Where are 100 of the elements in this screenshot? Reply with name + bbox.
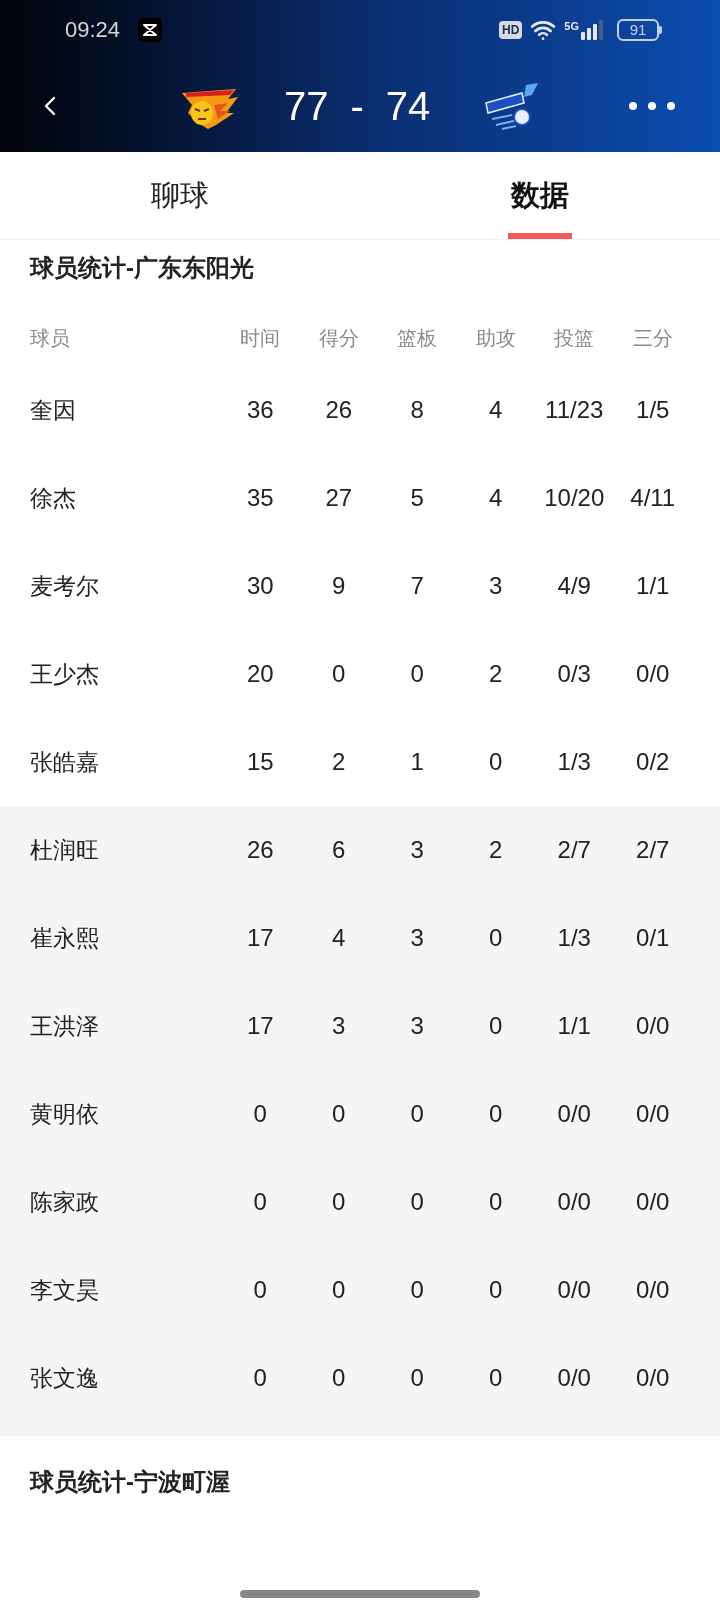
stat-value: 20 [246, 659, 274, 689]
stat-value: 0 [410, 1275, 424, 1305]
tab[interactable]: 数据 [508, 152, 572, 239]
player-name: 王少杰 [30, 660, 99, 689]
stat-value: 4 [332, 923, 346, 953]
stat-value: 0 [489, 1275, 503, 1305]
player-name: 杜润旺 [30, 836, 99, 865]
stat-value: 11/23 [545, 395, 604, 425]
battery-indicator: 91 [617, 19, 662, 41]
stat-value: 4 [489, 395, 503, 425]
home-score: 77 [284, 83, 329, 130]
section-title: 球员统计-宁波町渥 [30, 1468, 230, 1495]
stat-value: 3 [489, 571, 503, 601]
column-header: 助攻 [475, 326, 516, 351]
stat-value: 9 [332, 571, 346, 601]
section-title: 球员统计-广东东阳光 [30, 254, 254, 281]
stat-value: 0/0 [636, 1363, 670, 1393]
stat-value: 0 [253, 1187, 267, 1217]
stat-value: 0 [332, 1187, 346, 1217]
network-type: 5G [564, 20, 579, 32]
stat-value: 0 [332, 1363, 346, 1393]
stat-value: 0 [489, 1187, 503, 1217]
stat-value: 1/3 [557, 923, 591, 953]
stat-value: 4/9 [557, 571, 591, 601]
stat-value: 0/0 [636, 1011, 670, 1041]
stat-value: 1/5 [636, 395, 670, 425]
stat-value: 1/1 [636, 571, 670, 601]
player-name: 张文逸 [30, 1364, 99, 1393]
stat-value: 0 [410, 659, 424, 689]
player-name: 麦考尔 [30, 572, 99, 601]
player-name: 徐杰 [30, 484, 76, 513]
player-name: 奎因 [30, 396, 76, 425]
stat-value: 0 [489, 923, 503, 953]
stat-value: 0 [332, 1275, 346, 1305]
stat-value: 2 [489, 659, 503, 689]
away-score: 74 [385, 83, 431, 130]
stat-value: 17 [246, 1011, 274, 1041]
stat-value: 1 [410, 747, 424, 777]
stat-value: 0/1 [636, 923, 670, 953]
stat-value: 8 [410, 395, 424, 425]
stat-value: 2/7 [557, 835, 591, 865]
column-header: 得分 [318, 326, 359, 351]
tab[interactable]: 聊球 [148, 152, 212, 239]
player-name: 张皓嘉 [30, 748, 99, 777]
player-name: 王洪泽 [30, 1012, 99, 1041]
stat-value: 0/0 [557, 1275, 591, 1305]
stat-value: 4 [489, 483, 503, 513]
stat-value: 10/20 [544, 483, 605, 513]
column-header: 时间 [240, 326, 281, 351]
column-header: 三分 [632, 326, 673, 351]
stat-value: 2 [332, 747, 346, 777]
stat-value: 0 [332, 1099, 346, 1129]
signal-icon [581, 20, 603, 40]
stat-value: 0 [410, 1187, 424, 1217]
stat-value: 5 [410, 483, 424, 513]
stat-value: 3 [410, 923, 424, 953]
stat-value: 0/0 [557, 1099, 591, 1129]
stat-value: 30 [246, 571, 274, 601]
stat-value: 3 [410, 1011, 424, 1041]
stat-value: 0 [253, 1099, 267, 1129]
stat-value: 0/0 [636, 1099, 670, 1129]
column-header: 投篮 [554, 326, 595, 351]
stat-value: 0 [489, 1099, 503, 1129]
stat-value: 26 [325, 395, 353, 425]
player-name: 崔永熙 [30, 924, 99, 953]
stat-value: 0 [410, 1363, 424, 1393]
stat-value: 1/3 [557, 747, 591, 777]
stat-value: 0 [410, 1099, 424, 1129]
stat-value: 36 [246, 395, 274, 425]
stat-value: 17 [246, 923, 274, 953]
column-header: 篮板 [397, 326, 438, 351]
stat-value: 0 [489, 747, 503, 777]
column-header: 球员 [30, 326, 70, 351]
stat-value: 0/0 [557, 1187, 591, 1217]
app-notification-icon [138, 18, 163, 42]
stat-value: 0 [332, 659, 346, 689]
stat-value: 0/3 [557, 659, 591, 689]
stat-value: 2 [489, 835, 503, 865]
stat-value: 2/7 [636, 835, 670, 865]
stat-value: 0 [253, 1363, 267, 1393]
stat-value: 26 [246, 835, 274, 865]
stat-value: 7 [410, 571, 424, 601]
stat-value: 15 [246, 747, 274, 777]
stat-value: 0 [489, 1011, 503, 1041]
stat-value: 0 [489, 1363, 503, 1393]
status-time: 09:24 [65, 16, 121, 44]
stat-value: 0 [253, 1275, 267, 1305]
stat-value: 0/0 [636, 659, 670, 689]
player-name: 陈家政 [30, 1188, 99, 1217]
stat-value: 3 [332, 1011, 346, 1041]
stat-value: 0/0 [557, 1363, 591, 1393]
player-name: 李文昊 [30, 1276, 99, 1305]
stat-value: 0/0 [636, 1187, 670, 1217]
stat-value: 1/1 [557, 1011, 591, 1041]
stat-value: 3 [410, 835, 424, 865]
hd-badge: HD [498, 21, 523, 39]
stat-value: 4/11 [630, 483, 676, 513]
player-name: 黄明依 [30, 1100, 99, 1129]
stat-value: 35 [246, 483, 274, 513]
stat-value: 0/2 [636, 747, 670, 777]
